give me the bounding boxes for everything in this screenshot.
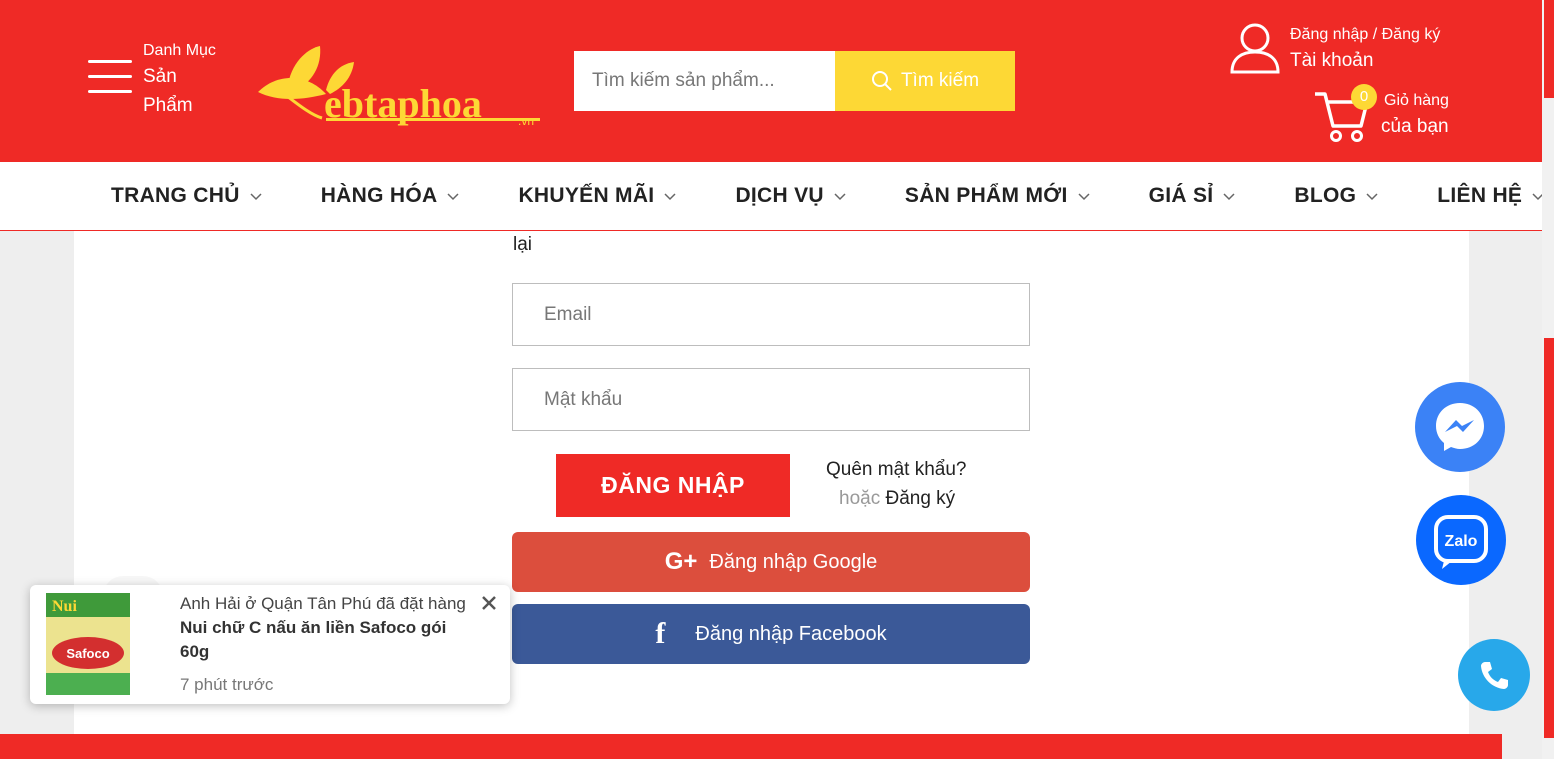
product-thumbnail-brand: Safoco xyxy=(66,646,109,661)
notification-product-link[interactable]: Nui chữ C nấu ăn liền Safoco gói 60g xyxy=(180,618,446,661)
form-intro-text-tail: lại xyxy=(513,234,533,255)
main-nav: TRANG CHỦ HÀNG HÓA KHUYẾN MÃI DỊCH VỤ SẢ… xyxy=(0,162,1544,231)
category-label-line1: Danh Mục xyxy=(143,42,216,59)
or-text: hoặc xyxy=(839,488,881,509)
nav-item-trang-chu[interactable]: TRANG CHỦ xyxy=(111,184,262,208)
phone-call-button[interactable] xyxy=(1458,639,1530,711)
cart-count-badge: 0 xyxy=(1351,84,1377,110)
notification-message: Anh Hải ở Quận Tân Phú đã đặt hàng Nui c… xyxy=(180,592,480,664)
facebook-login-button[interactable]: f Đăng nhập Facebook xyxy=(512,604,1030,664)
nav-item-label: KHUYẾN MÃI xyxy=(518,184,655,207)
forgot-password-link[interactable]: Quên mật khẩu? xyxy=(826,459,966,481)
nav-item-lien-he[interactable]: LIÊN HỆ xyxy=(1437,184,1544,208)
login-button[interactable]: ĐĂNG NHẬP xyxy=(556,454,790,517)
site-logo[interactable]: ebtaphoa .vn xyxy=(248,44,548,126)
category-menu-icon[interactable] xyxy=(88,60,132,100)
footer-strip xyxy=(0,734,1502,759)
google-login-button[interactable]: G+ Đăng nhập Google xyxy=(512,532,1030,592)
search-bar: Tìm kiếm xyxy=(574,51,1015,111)
account-login-link[interactable]: Đăng nhập / Đăng ký xyxy=(1290,26,1440,44)
search-button[interactable]: Tìm kiếm xyxy=(835,51,1015,111)
scrollbar-track-accent xyxy=(1544,338,1554,738)
phone-icon xyxy=(1481,662,1508,689)
facebook-icon: f xyxy=(655,617,666,650)
category-menu-label[interactable]: Danh Mục Sản Phẩm xyxy=(143,42,216,120)
nav-item-khuyen-mai[interactable]: KHUYẾN MÃI xyxy=(518,184,676,208)
nav-item-label: GIÁ SỈ xyxy=(1148,184,1214,207)
nav-item-label: LIÊN HỆ xyxy=(1437,184,1523,207)
google-login-label: Đăng nhập Google xyxy=(709,550,878,573)
account-label: Tài khoản xyxy=(1290,50,1374,71)
product-thumbnail[interactable]: Nui Safoco xyxy=(44,591,132,697)
category-label-line2: Sản Phẩm xyxy=(143,66,193,116)
google-plus-icon: G+ xyxy=(664,548,698,575)
nav-item-blog[interactable]: BLOG xyxy=(1294,184,1378,208)
cart-label-line1: Giỏ hàng xyxy=(1384,92,1449,109)
search-button-label: Tìm kiếm xyxy=(900,70,980,91)
email-field[interactable] xyxy=(512,283,1030,346)
nav-item-label: DỊCH VỤ xyxy=(735,184,824,207)
messenger-button[interactable] xyxy=(1415,382,1505,472)
facebook-login-label: Đăng nhập Facebook xyxy=(695,622,887,645)
chevron-down-icon xyxy=(1223,193,1235,201)
user-icon xyxy=(1230,23,1280,74)
notification-time: 7 phút trước xyxy=(180,675,274,694)
search-input[interactable] xyxy=(574,51,835,111)
nav-item-label: SẢN PHẨM MỚI xyxy=(904,184,1068,207)
scrollbar-thumb[interactable] xyxy=(1544,0,1554,98)
nav-item-gia-si[interactable]: GIÁ SỈ xyxy=(1149,184,1236,208)
zalo-button[interactable]: Zalo xyxy=(1416,495,1506,585)
chevron-down-icon xyxy=(664,193,676,201)
order-notification-toast[interactable]: Nui Safoco Anh Hải ở Quận Tân Phú đã đặt… xyxy=(30,585,510,704)
chevron-down-icon xyxy=(447,193,459,201)
cart-label-line2: của bạn xyxy=(1381,116,1449,137)
top-header: Danh Mục Sản Phẩm ebtaphoa .vn Tìm kiếm … xyxy=(0,0,1542,162)
nav-item-label: HÀNG HÓA xyxy=(320,184,438,207)
zalo-text: Zalo xyxy=(1445,533,1478,550)
messenger-icon xyxy=(1436,403,1484,451)
nav-item-label: BLOG xyxy=(1294,184,1357,207)
notification-prefix: Anh Hải ở Quận Tân Phú đã đặt hàng xyxy=(180,594,466,613)
nav-item-label: TRANG CHỦ xyxy=(111,184,240,207)
register-link[interactable]: Đăng ký xyxy=(885,488,955,509)
zalo-icon: Zalo xyxy=(1434,515,1488,569)
chevron-down-icon xyxy=(1078,193,1090,201)
chevron-down-icon xyxy=(250,193,262,201)
nav-item-hang-hoa[interactable]: HÀNG HÓA xyxy=(321,184,460,208)
chevron-down-icon xyxy=(1366,193,1378,201)
search-icon xyxy=(871,71,892,91)
chevron-down-icon xyxy=(834,193,846,201)
nav-item-dich-vu[interactable]: DỊCH VỤ xyxy=(735,184,846,208)
page-scrollbar[interactable] xyxy=(1542,0,1554,759)
nav-item-san-pham-moi[interactable]: SẢN PHẨM MỚI xyxy=(905,184,1090,208)
register-line: hoặc Đăng ký xyxy=(839,488,955,510)
product-thumbnail-label: Nui xyxy=(52,598,77,615)
password-field[interactable] xyxy=(512,368,1030,431)
close-icon[interactable] xyxy=(479,593,499,613)
